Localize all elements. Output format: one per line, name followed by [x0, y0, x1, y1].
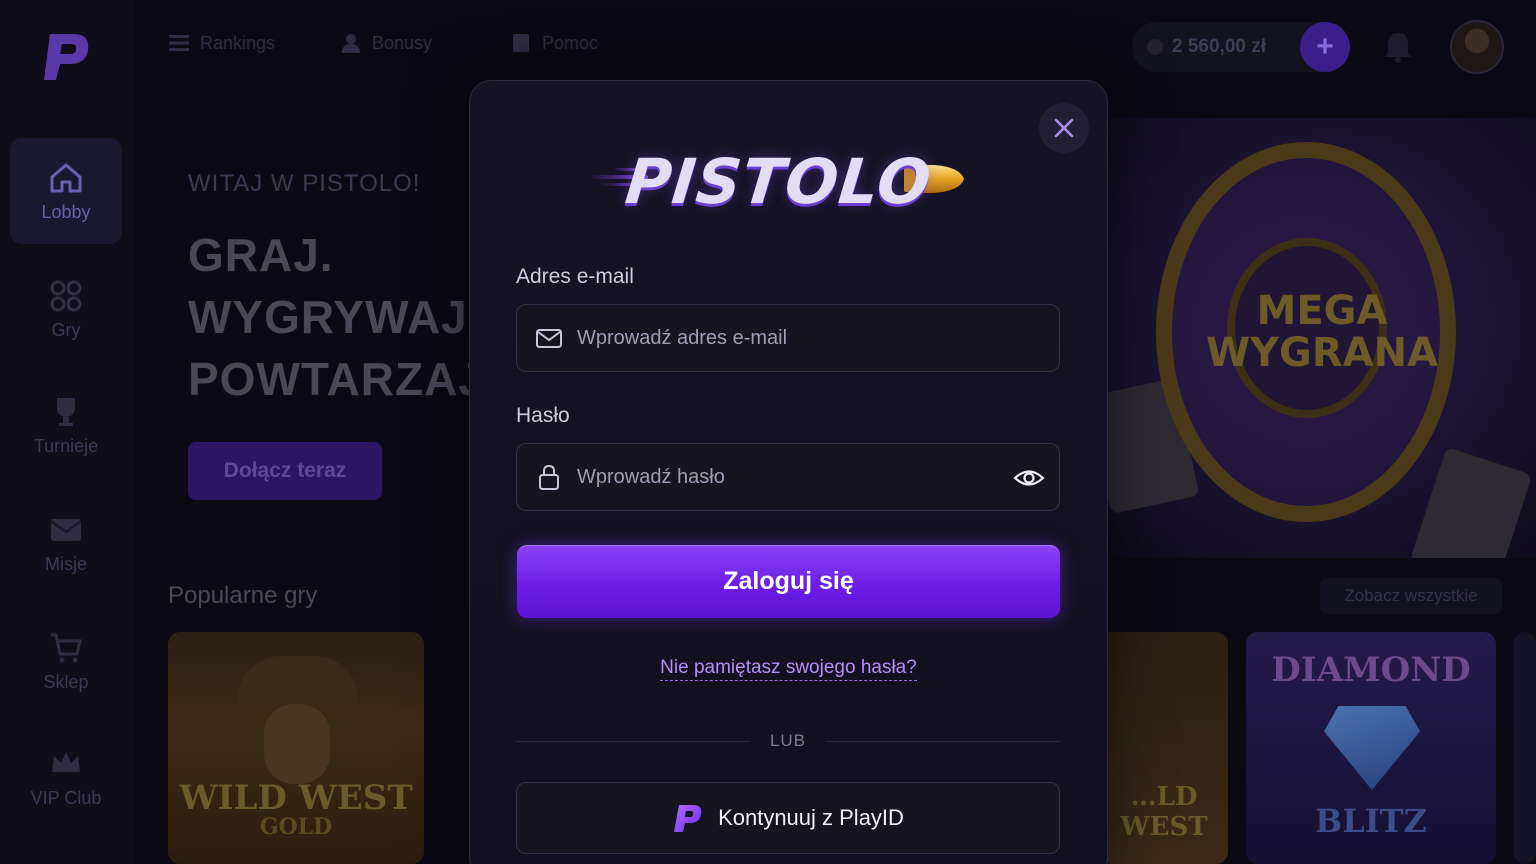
topnav-label: Bonusy [372, 32, 433, 53]
trophy-icon [57, 397, 75, 426]
banner-title: MEGA WYGRANA [1108, 290, 1536, 374]
topnav-bonuses[interactable]: Bonusy [340, 32, 432, 54]
mega-win-banner[interactable]: MEGA WYGRANA [1108, 118, 1536, 558]
email-label: Adres e-mail [516, 265, 634, 288]
show-password-eye-icon[interactable] [1013, 462, 1045, 494]
login-button[interactable]: Zaloguj się [517, 545, 1060, 618]
brand-wordmark: PISTOLO [622, 145, 936, 218]
hero-line-3: POWTARZAJ. [188, 353, 499, 405]
divider-line [826, 741, 1060, 742]
bell-icon[interactable] [1382, 30, 1414, 64]
gift-icon [342, 34, 360, 53]
plus-icon: + [1316, 30, 1334, 63]
diamond-decoration [1324, 706, 1420, 790]
banner-line-1: MEGA [1256, 288, 1388, 334]
cowboy-decoration [264, 704, 330, 784]
cart-icon [51, 633, 82, 662]
game-title: WILD WEST [179, 778, 413, 818]
join-now-button[interactable]: Dołącz teraz [188, 442, 382, 500]
game-card-wild-west-gold[interactable]: WILD WEST GOLD [168, 632, 424, 864]
popular-games-title: Popularne gry [168, 582, 318, 609]
game-card-diamond-blitz[interactable]: DIAMOND BLITZ [1246, 632, 1496, 864]
topnav-rankings[interactable]: Rankings [168, 32, 275, 54]
sidebar-item-label: Misje [44, 553, 87, 574]
sidebar-item-tournaments[interactable]: Turnieje [10, 372, 122, 478]
sidebar-item-label: VIP Club [30, 787, 102, 808]
close-button[interactable] [1039, 103, 1089, 153]
topnav-label: Pomoc [542, 32, 599, 53]
banner-line-2: WYGRANA [1205, 330, 1439, 376]
lock-icon [539, 464, 559, 490]
continue-with-playid-button[interactable]: Kontynuuj z PlayID [516, 782, 1060, 854]
hero-line-2: WYGRYWAJ. [188, 291, 482, 343]
password-input[interactable] [577, 444, 997, 510]
game-card[interactable] [1514, 632, 1536, 864]
forgot-password-row: Nie pamiętasz swojego hasła? [470, 657, 1107, 681]
playid-button-label: Kontynuuj z PlayID [718, 805, 904, 830]
password-label: Hasło [516, 404, 570, 427]
game-subtitle: BLITZ [1315, 802, 1427, 840]
or-divider: LUB [516, 731, 1060, 751]
crown-icon [52, 751, 80, 772]
game-title: DIAMOND [1271, 650, 1471, 690]
login-modal: PISTOLO Adres e-mail Hasło Zaloguj się N… [469, 80, 1108, 864]
hero-kicker: WITAJ W PISTOLO! [188, 170, 421, 197]
balance-amount: 2 560,00 zł [1172, 36, 1267, 57]
email-field-box [516, 304, 1060, 372]
password-field-box [516, 443, 1060, 511]
home-icon [50, 163, 82, 192]
balance-pill[interactable]: 2 560,00 zł + [1132, 22, 1350, 72]
mail-icon [536, 329, 562, 348]
topnav-label: Rankings [200, 32, 276, 53]
list-icon [169, 35, 189, 51]
sidebar: Lobby Gry Turnieje Misje Sklep VIP Club [0, 0, 134, 864]
sidebar-item-lobby[interactable]: Lobby [10, 138, 122, 244]
forgot-password-link[interactable]: Nie pamiętasz swojego hasła? [660, 657, 917, 681]
mail-icon [50, 518, 82, 541]
pistolo-logo-icon[interactable] [40, 30, 92, 84]
deposit-button[interactable]: + [1300, 22, 1350, 72]
games-icon [50, 280, 82, 311]
game-card[interactable]: …LD WEST [1100, 632, 1228, 864]
book-icon [513, 34, 529, 52]
coin-icon [1147, 39, 1163, 55]
topnav-help[interactable]: Pomoc [510, 32, 598, 54]
close-icon [1054, 118, 1074, 138]
avatar[interactable] [1450, 20, 1504, 74]
game-title: …LD WEST [1120, 782, 1208, 842]
sidebar-item-label: Gry [51, 319, 81, 340]
playid-logo-icon [674, 805, 702, 832]
sidebar-item-vip[interactable]: VIP Club [10, 724, 122, 830]
hero: WITAJ W PISTOLO! GRAJ. WYGRYWAJ. POWTARZ… [188, 170, 499, 410]
sidebar-item-label: Lobby [41, 201, 91, 222]
see-all-button[interactable]: Zobacz wszystkie [1320, 578, 1502, 614]
brand-logo: PISTOLO [582, 141, 972, 221]
email-input[interactable] [577, 305, 997, 371]
sidebar-item-label: Sklep [43, 671, 89, 692]
sidebar-item-label: Turnieje [33, 435, 99, 456]
sidebar-item-shop[interactable]: Sklep [10, 608, 122, 714]
card-decoration [1409, 447, 1533, 558]
sidebar-item-games[interactable]: Gry [10, 256, 122, 362]
sidebar-item-missions[interactable]: Misje [10, 490, 122, 596]
game-subtitle: GOLD [259, 814, 333, 840]
cowboy-hat-decoration [238, 656, 358, 706]
hero-line-1: GRAJ. [188, 229, 334, 281]
